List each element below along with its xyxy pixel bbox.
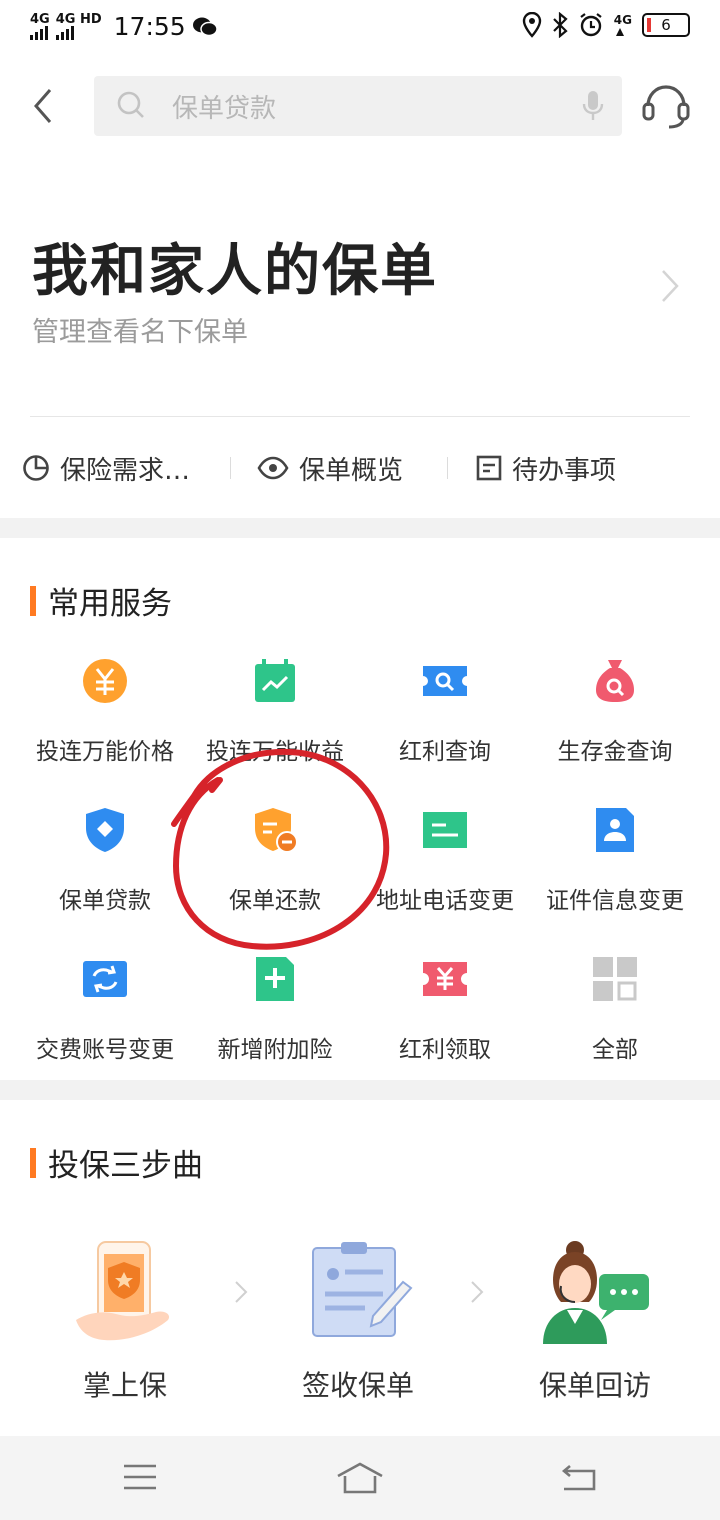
back-nav-icon[interactable] bbox=[560, 1462, 598, 1492]
yuan-ticket-icon bbox=[423, 962, 467, 996]
customer-service-icon[interactable] bbox=[640, 80, 692, 130]
add-document-icon bbox=[256, 957, 294, 1001]
section-header: 常用服务 bbox=[30, 578, 172, 623]
trend-calendar-icon bbox=[255, 659, 295, 702]
ticket-search-icon bbox=[423, 666, 467, 696]
signal-2: 4G HD bbox=[55, 13, 102, 40]
wechat-icon bbox=[192, 17, 218, 36]
grid-all-icon bbox=[593, 957, 637, 1001]
exchange-icon bbox=[83, 961, 127, 997]
mic-icon[interactable] bbox=[582, 90, 604, 122]
pie-chart-icon bbox=[23, 455, 49, 481]
steps-card: 投保三步曲 掌上保 签收保单 保单回访 bbox=[0, 1100, 720, 1436]
divider bbox=[30, 416, 690, 417]
chevron-right-icon bbox=[471, 1281, 484, 1303]
alarm-icon bbox=[580, 13, 602, 37]
service-item[interactable]: 证件信息变更 bbox=[530, 807, 700, 956]
separator bbox=[447, 457, 449, 479]
id-card-icon bbox=[596, 808, 634, 852]
section-title: 投保三步曲 bbox=[48, 1148, 203, 1184]
eye-icon bbox=[257, 456, 289, 480]
phone-hand-shield-icon bbox=[76, 1241, 170, 1341]
clipboard-sign-icon bbox=[312, 1242, 413, 1337]
menu-icon[interactable] bbox=[122, 1462, 158, 1492]
quick-links: 保险需求… 保单概览 待办事项 bbox=[0, 438, 720, 498]
service-item[interactable]: 交费账号变更 bbox=[20, 956, 190, 1105]
accent-bar bbox=[30, 1147, 36, 1178]
section-title: 常用服务 bbox=[48, 586, 172, 622]
bluetooth-icon bbox=[553, 12, 568, 38]
shield-icon bbox=[86, 808, 124, 852]
separator bbox=[230, 457, 232, 479]
chevron-right-icon[interactable] bbox=[660, 268, 680, 304]
chevron-right-icon bbox=[235, 1281, 248, 1303]
service-item[interactable]: 全部 bbox=[530, 956, 700, 1105]
step-item[interactable]: 保单回访 bbox=[495, 1240, 695, 1402]
service-item[interactable]: 投连万能价格 bbox=[20, 658, 190, 807]
battery-indicator: 6 bbox=[642, 13, 690, 37]
contact-card-icon bbox=[423, 812, 467, 848]
service-item[interactable]: 生存金查询 bbox=[530, 658, 700, 807]
clock: 17:55 bbox=[113, 12, 186, 41]
yuan-coin-icon bbox=[83, 659, 127, 703]
quick-link-todo[interactable]: 待办事项 bbox=[476, 450, 616, 487]
service-item[interactable]: 新增附加险 bbox=[190, 956, 360, 1105]
home-icon[interactable] bbox=[336, 1462, 384, 1494]
service-item[interactable]: 红利领取 bbox=[360, 956, 530, 1105]
system-nav-bar bbox=[0, 1436, 720, 1520]
location-icon bbox=[522, 12, 541, 38]
service-item[interactable]: 保单贷款 bbox=[20, 807, 190, 956]
annotation-circle bbox=[171, 748, 390, 950]
money-bag-icon bbox=[596, 660, 634, 702]
quick-link-overview[interactable]: 保单概览 bbox=[257, 450, 403, 487]
status-bar: 4G 4G HD 17:55 4G 6 bbox=[0, 0, 720, 58]
my-policy-card[interactable]: 我和家人的保单 管理查看名下保单 保险需求… 保单概览 待办事项 bbox=[0, 158, 720, 518]
search-icon bbox=[117, 91, 144, 118]
accent-bar bbox=[30, 585, 36, 616]
search-bar[interactable]: 保单贷款 bbox=[94, 76, 622, 136]
step-item[interactable]: 签收保单 bbox=[258, 1240, 458, 1402]
quick-link-needs[interactable]: 保险需求… bbox=[22, 450, 190, 487]
search-input[interactable]: 保单贷款 bbox=[172, 88, 276, 125]
header: 保单贷款 bbox=[0, 58, 720, 158]
my-policy-subtitle: 管理查看名下保单 bbox=[32, 317, 248, 348]
todo-icon bbox=[476, 455, 502, 481]
step-item[interactable]: 掌上保 bbox=[25, 1240, 225, 1402]
back-icon[interactable] bbox=[28, 86, 58, 126]
my-policy-title: 我和家人的保单 bbox=[32, 239, 438, 304]
agent-chat-icon bbox=[543, 1241, 649, 1344]
signal-3: 4G bbox=[614, 13, 632, 37]
section-header: 投保三步曲 bbox=[30, 1140, 203, 1185]
signal-1: 4G bbox=[30, 13, 50, 40]
